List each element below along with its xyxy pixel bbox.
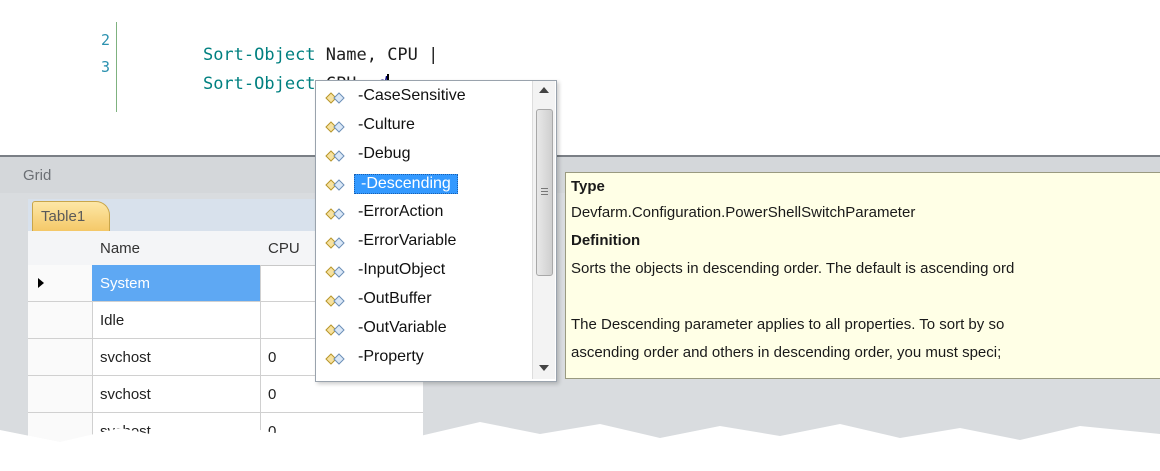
completion-item-label: -InputObject	[358, 261, 446, 278]
cmdlet-keyword: Sort-Object	[202, 74, 316, 94]
tooltip-type-value: Devfarm.Configuration.PowerShellSwitchPa…	[571, 204, 916, 221]
completion-item-label: -ErrorAction	[358, 203, 444, 220]
completion-item-label: -Property	[358, 348, 424, 365]
completion-scrollbar[interactable]	[532, 81, 555, 379]
completion-item-label: -OutVariable	[358, 319, 447, 336]
torn-edge-top	[0, 0, 1160, 18]
cell-text: 0	[268, 349, 277, 366]
completion-item[interactable]: -OutBuffer	[318, 286, 536, 314]
completion-item[interactable]: -CaseSensitive	[318, 83, 536, 111]
cell-text: 0	[268, 386, 277, 403]
tooltip-definition-text: Sorts the objects in descending order. T…	[571, 260, 1015, 277]
grip-icon	[541, 188, 548, 189]
completion-item-label: -Descending	[354, 174, 458, 194]
tooltip-definition-text: ascending order and others in descending…	[571, 344, 1002, 361]
tooltip-definition-label: Definition	[571, 232, 641, 249]
parameter-tooltip: Type Devfarm.Configuration.PowerShellSwi…	[565, 172, 1160, 379]
cell-name[interactable]: svchost	[92, 339, 261, 375]
parameter-diamond-icon	[325, 208, 345, 220]
current-row-arrow-icon	[38, 278, 44, 288]
completion-item[interactable]: -Property	[318, 344, 536, 372]
cell-text: svchost	[100, 386, 151, 403]
completion-item-label: -CaseSensitive	[358, 87, 466, 104]
line-number-3: 3	[100, 58, 110, 76]
completion-item[interactable]: -Descending	[318, 170, 536, 198]
column-header-name[interactable]: Name	[100, 240, 140, 257]
cell-name[interactable]: Idle	[92, 302, 261, 338]
tab-table1[interactable]: Table1	[32, 201, 110, 232]
scroll-down-arrow-icon[interactable]	[539, 365, 549, 371]
cell-name[interactable]: svchost	[92, 376, 261, 412]
gutter-divider	[116, 22, 117, 112]
parameter-diamond-icon	[325, 121, 345, 133]
row-selector[interactable]	[28, 265, 93, 301]
cell-text: System	[100, 275, 151, 292]
parameter-diamond-icon	[325, 295, 345, 307]
completion-item[interactable]: -Culture	[318, 112, 536, 140]
completion-item-label: -ErrorVariable	[358, 232, 457, 249]
row-selector[interactable]	[28, 339, 93, 375]
cell-name[interactable]: System	[92, 265, 261, 301]
completion-item-label: -Debug	[358, 145, 411, 162]
completion-item-label: -Culture	[358, 116, 415, 133]
row-selector[interactable]	[28, 376, 93, 412]
scroll-up-arrow-icon[interactable]	[539, 87, 549, 93]
grid-title: Grid	[23, 167, 52, 184]
cell-text: svchost	[100, 349, 151, 366]
line-number-2: 2	[100, 31, 110, 49]
completion-list[interactable]: -CaseSensitive -Culture -Debug -Descending -…	[315, 80, 557, 382]
cell-text: Idle	[100, 312, 125, 329]
parameter-diamond-icon	[325, 92, 345, 104]
completion-item[interactable]: -InputObject	[318, 257, 536, 285]
torn-edge-bottom	[0, 422, 1160, 458]
tooltip-definition-text: The Descending parameter applies to all …	[571, 316, 1005, 333]
row-selector[interactable]	[28, 302, 93, 338]
parameter-diamond-icon	[325, 353, 345, 365]
tab-label: Table1	[41, 208, 86, 225]
column-header-cpu[interactable]: CPU	[268, 240, 300, 257]
completion-item-label: -OutBuffer	[358, 290, 432, 307]
parameter-diamond-icon	[325, 150, 345, 162]
parameter-diamond-icon	[325, 179, 345, 191]
completion-item[interactable]: -ErrorAction	[318, 199, 536, 227]
parameter-diamond-icon	[325, 266, 345, 278]
completion-item[interactable]: -OutVariable	[318, 315, 536, 343]
scroll-thumb[interactable]	[536, 109, 553, 276]
parameter-diamond-icon	[325, 237, 345, 249]
tooltip-type-label: Type	[571, 178, 605, 195]
completion-item[interactable]: -Debug	[318, 141, 536, 169]
parameter-diamond-icon	[325, 324, 345, 336]
completion-item[interactable]: -ErrorVariable	[318, 228, 536, 256]
